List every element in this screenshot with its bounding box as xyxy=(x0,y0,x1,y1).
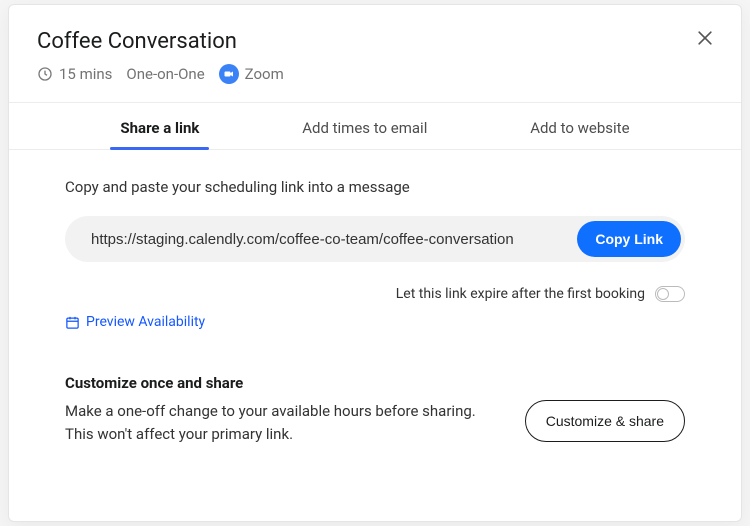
close-icon xyxy=(695,28,715,48)
share-instruction: Copy and paste your scheduling link into… xyxy=(65,178,685,196)
event-title: Coffee Conversation xyxy=(37,29,713,54)
expire-label: Let this link expire after the first boo… xyxy=(396,286,645,302)
expire-row: Let this link expire after the first boo… xyxy=(65,286,685,302)
location-meta: Zoom xyxy=(219,64,284,84)
tab-add-to-website[interactable]: Add to website xyxy=(520,103,639,149)
type-meta: One-on-One xyxy=(126,65,204,83)
expire-toggle[interactable] xyxy=(655,286,685,302)
type-label: One-on-One xyxy=(126,65,204,83)
duration-label: 15 mins xyxy=(59,65,112,83)
modal-body: Copy and paste your scheduling link into… xyxy=(9,150,741,469)
duration-meta: 15 mins xyxy=(37,65,112,83)
share-modal: Coffee Conversation 15 mins One-on-One Z… xyxy=(8,4,742,522)
link-row: Copy Link xyxy=(65,216,685,262)
location-label: Zoom xyxy=(245,65,284,83)
calendar-icon xyxy=(65,315,80,330)
clock-icon xyxy=(37,66,53,82)
preview-availability-label: Preview Availability xyxy=(86,314,205,330)
customize-description: Make a one-off change to your available … xyxy=(65,400,495,445)
customize-row: Make a one-off change to your available … xyxy=(65,400,685,445)
copy-link-button[interactable]: Copy Link xyxy=(577,221,681,257)
scheduling-link-input[interactable] xyxy=(83,227,577,252)
event-meta: 15 mins One-on-One Zoom xyxy=(37,64,713,84)
zoom-icon xyxy=(219,64,239,84)
tab-add-times-email[interactable]: Add times to email xyxy=(292,103,437,149)
customize-heading: Customize once and share xyxy=(65,374,685,392)
tab-bar: Share a link Add times to email Add to w… xyxy=(9,103,741,150)
preview-availability-link[interactable]: Preview Availability xyxy=(65,314,205,330)
tab-share-link[interactable]: Share a link xyxy=(110,103,209,149)
customize-share-button[interactable]: Customize & share xyxy=(525,400,685,442)
close-button[interactable] xyxy=(695,27,717,49)
modal-header: Coffee Conversation 15 mins One-on-One Z… xyxy=(9,5,741,103)
